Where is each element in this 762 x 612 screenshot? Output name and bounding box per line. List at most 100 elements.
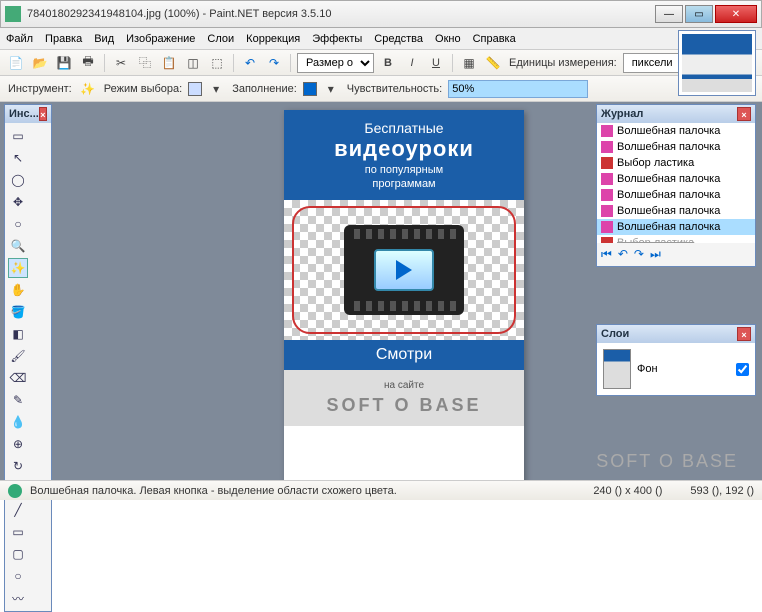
history-item[interactable]: Волшебная палочка [597,219,755,235]
open-icon[interactable]: 📂 [30,53,50,73]
minimize-button[interactable]: — [655,5,683,23]
history-item-label: Волшебная палочка [617,173,720,185]
history-item-label: Волшебная палочка [617,221,720,233]
tool-move-selection[interactable]: ✥ [8,192,28,212]
paste-icon[interactable]: 📋 [159,53,179,73]
history-item-label: Волшебная палочка [617,205,720,217]
tool-line[interactable]: ╱ [8,500,28,520]
history-item[interactable]: Волшебная палочка [597,187,755,203]
layers-close-icon[interactable]: × [737,327,751,341]
cut-icon[interactable]: ✂ [111,53,131,73]
mode-dropdown-icon[interactable]: ▾ [206,79,226,99]
deselect-icon[interactable]: ⬚ [207,53,227,73]
fill-dropdown-icon[interactable]: ▾ [321,79,341,99]
canvas[interactable]: Бесплатные видеоуроки по популярным прог… [284,110,524,490]
history-first-icon[interactable]: ⏮ [601,247,612,262]
wand-icon [601,189,613,201]
ruler-icon[interactable]: 📏 [483,53,503,73]
menu-layers[interactable]: Слои [207,33,234,45]
maximize-button[interactable]: ▭ [685,5,713,23]
wand-icon [601,173,613,185]
history-item[interactable]: Волшебная палочка [597,203,755,219]
tool-zoom[interactable]: 🔍 [8,236,28,256]
history-panel-title[interactable]: Журнал × [597,105,755,123]
banner-line3a: по популярным [290,164,518,176]
layer-visible-checkbox[interactable] [736,363,749,376]
menu-image[interactable]: Изображение [126,33,195,45]
history-item[interactable]: Волшебная палочка [597,123,755,139]
layer-row[interactable]: Фон [597,343,755,395]
menu-file[interactable]: Файл [6,33,33,45]
statusbar: Волшебная палочка. Левая кнопка - выделе… [0,480,762,500]
underline-icon[interactable]: U [426,53,446,73]
history-redo-icon[interactable]: ↷ [634,247,644,262]
banner-cta: Смотри [284,340,524,370]
menu-adjust[interactable]: Коррекция [246,33,300,45]
close-button[interactable]: ✕ [715,5,757,23]
tool-ellipse-select[interactable]: ○ [8,214,28,234]
tool-pencil[interactable]: ✎ [8,390,28,410]
sensitivity-input[interactable] [448,80,588,98]
size-select[interactable]: Размер о [297,53,374,73]
italic-icon[interactable]: I [402,53,422,73]
tool-ellipse[interactable]: ○ [8,566,28,586]
mode-label: Режим выбора: [104,83,182,95]
tool-fill[interactable]: 🪣 [8,302,28,322]
tool-move[interactable]: ↖ [8,148,28,168]
units-label: Единицы измерения: [509,57,617,69]
layers-panel-title[interactable]: Слои × [597,325,755,343]
history-item[interactable]: Волшебная палочка [597,171,755,187]
history-last-icon[interactable]: ⏭ [650,247,661,262]
menu-edit[interactable]: Правка [45,33,82,45]
tool-brush[interactable]: 🖌 [8,346,28,366]
crop-icon[interactable]: ◫ [183,53,203,73]
tool-rect[interactable]: ▭ [8,522,28,542]
print-icon[interactable]: 🖶 [78,53,98,73]
wand-icon[interactable]: ✨ [78,79,98,99]
redo-icon[interactable]: ↷ [264,53,284,73]
history-item-label: Волшебная палочка [617,141,720,153]
play-icon [374,249,434,291]
tool-rect-select[interactable]: ▭ [8,126,28,146]
status-dims: 240 () x 400 () [593,485,662,497]
tool-lasso[interactable]: ◯ [8,170,28,190]
banner-footer: на сайте SOFT O BASE [284,370,524,426]
new-icon[interactable]: 📄 [6,53,26,73]
tool-picker[interactable]: 💧 [8,412,28,432]
menu-tools[interactable]: Средства [374,33,423,45]
history-undo-icon[interactable]: ↶ [618,247,628,262]
menu-view[interactable]: Вид [94,33,114,45]
tool-rrect[interactable]: ▢ [8,544,28,564]
undo-icon[interactable]: ↶ [240,53,260,73]
sensitivity-label: Чувствительность: [347,83,442,95]
tool-clone[interactable]: ⊕ [8,434,28,454]
app-icon [5,6,21,22]
tool-eraser[interactable]: ⌫ [8,368,28,388]
history-item-label: Волшебная палочка [617,189,720,201]
history-item-label: Выбор ластика [617,237,694,243]
mode-swatch[interactable] [188,82,202,96]
copy-icon[interactable]: ⿻ [135,53,155,73]
history-item[interactable]: Выбор ластика [597,235,755,243]
history-close-icon[interactable]: × [737,107,751,121]
tool-recolor[interactable]: ↻ [8,456,28,476]
tool-freeform[interactable]: 〰 [8,588,28,608]
tools-close-icon[interactable]: × [39,107,47,121]
menu-help[interactable]: Справка [473,33,516,45]
history-item[interactable]: Волшебная палочка [597,139,755,155]
menu-window[interactable]: Окно [435,33,461,45]
banner-image [284,200,524,340]
history-item[interactable]: Выбор ластика [597,155,755,171]
grid-icon[interactable]: ▦ [459,53,479,73]
tool-wand[interactable]: ✨ [8,258,28,278]
tool-gradient[interactable]: ◧ [8,324,28,344]
tool-pan[interactable]: ✋ [8,280,28,300]
wand-icon [601,141,613,153]
tools-panel-title[interactable]: Инс... × [5,105,51,123]
eraser-icon [601,237,613,243]
doc-thumbnail[interactable] [678,30,756,96]
bold-icon[interactable]: B [378,53,398,73]
menu-effects[interactable]: Эффекты [312,33,362,45]
fill-swatch[interactable] [303,82,317,96]
save-icon[interactable]: 💾 [54,53,74,73]
